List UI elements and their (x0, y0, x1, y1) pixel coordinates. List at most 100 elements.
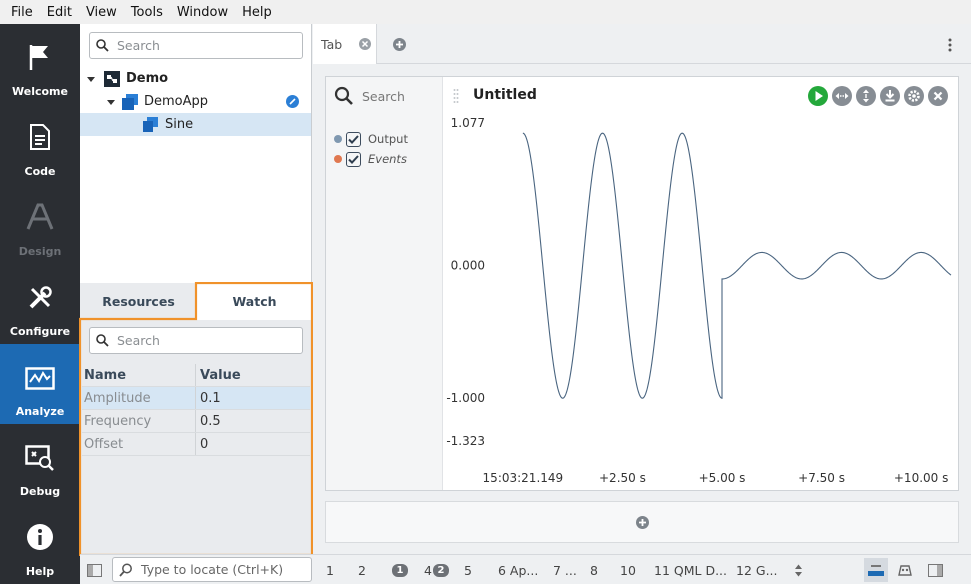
plot-search-input[interactable]: Search (334, 85, 405, 107)
close-tab-icon[interactable] (359, 38, 371, 50)
row-name: Frequency (82, 410, 196, 432)
toggle-progress-button[interactable] (864, 558, 888, 582)
menu-window[interactable]: Window (170, 5, 235, 20)
row-value[interactable]: 0 (196, 437, 310, 452)
add-plot-icon[interactable] (635, 515, 649, 529)
editor-tabbar: Tab (313, 24, 971, 64)
tree-label: Demo (126, 71, 169, 86)
expand-arrow-icon[interactable] (106, 97, 116, 107)
mode-analyze[interactable]: Analyze (0, 344, 80, 424)
project-icon (104, 70, 120, 87)
menu-file[interactable]: File (4, 5, 40, 20)
y-tick-label: -1.000 (446, 391, 485, 405)
mode-label: Configure (9, 325, 71, 338)
output-pane-button[interactable]: 7 ... (553, 555, 577, 584)
sine-chart[interactable]: 1.077 0.000 -1.000 -1.323 15:03:21.149 +2.50… (443, 115, 958, 490)
mode-label: Help (25, 565, 55, 578)
series-checkbox[interactable] (346, 151, 361, 167)
series-output-line (522, 132, 952, 399)
flag-icon (29, 45, 48, 70)
tab-resources[interactable]: Resources (80, 283, 197, 320)
menu-edit[interactable]: Edit (40, 5, 79, 20)
drag-handle-icon[interactable] (453, 88, 459, 104)
up-down-arrows-icon[interactable] (794, 564, 803, 577)
output-pane-button[interactable]: 42 (424, 555, 449, 584)
column-name[interactable]: Name (82, 364, 196, 386)
mode-label: Design (18, 245, 62, 258)
legend-label: Output (368, 132, 408, 146)
link-badge-icon (286, 95, 299, 108)
output-pane-button[interactable]: 2 (358, 555, 366, 584)
menu-bar: File Edit View Tools Window Help (0, 0, 971, 24)
mode-configure[interactable]: Configure (0, 264, 80, 344)
legend-item-output[interactable]: Output (334, 129, 408, 149)
mode-debug[interactable]: Debug (0, 424, 80, 504)
mode-code[interactable]: Code (0, 104, 80, 184)
watch-pane: Search Name Value Amplitude 0.1 Frequenc… (80, 320, 312, 554)
pane-number: 4 (424, 562, 432, 578)
expand-arrow-icon[interactable] (86, 74, 96, 84)
tab-watch[interactable]: Watch (197, 283, 312, 320)
mode-help[interactable]: Help (0, 504, 80, 584)
menu-help[interactable]: Help (235, 5, 279, 20)
fit-horizontal-icon[interactable] (832, 86, 852, 106)
plot-header: Untitled (443, 77, 958, 115)
search-icon (96, 334, 109, 347)
x-tick-label: +2.50 s (599, 471, 646, 485)
project-search-input[interactable]: Search (89, 32, 303, 59)
editor-tab[interactable]: Tab (313, 24, 377, 64)
watch-search-input[interactable]: Search (89, 327, 303, 354)
add-plot-bar[interactable] (325, 501, 959, 543)
info-icon (27, 524, 53, 550)
more-options-icon[interactable] (948, 38, 952, 52)
column-value[interactable]: Value (196, 368, 310, 383)
checkmark-icon (348, 154, 359, 164)
series-color-dot (334, 155, 342, 163)
close-plot-icon[interactable] (928, 86, 948, 106)
menu-tools[interactable]: Tools (124, 5, 170, 20)
tree-item-sine[interactable]: Sine (80, 113, 311, 136)
table-row[interactable]: Amplitude 0.1 (82, 387, 310, 410)
legend-item-events[interactable]: Events (334, 149, 407, 169)
wrench-icon (29, 286, 52, 309)
output-pane-button[interactable]: 8 (590, 555, 598, 584)
output-pane-button[interactable]: 11 QML D... (654, 555, 727, 584)
settings-gear-icon[interactable] (904, 86, 924, 106)
toggle-sidebar-icon[interactable] (87, 564, 102, 577)
toggle-right-sidebar-icon[interactable] (928, 564, 943, 577)
x-tick-label: +7.50 s (798, 471, 845, 485)
locator-input[interactable]: Type to locate (Ctrl+K) (112, 557, 312, 582)
output-pane-button[interactable]: 10 (620, 555, 636, 584)
count-badge: 2 (432, 563, 449, 577)
table-row[interactable]: Offset 0 (82, 433, 310, 456)
series-checkbox[interactable] (346, 131, 361, 147)
fit-vertical-icon[interactable] (856, 86, 876, 106)
output-pane-button[interactable]: 12 G... (736, 555, 778, 584)
search-icon (334, 86, 353, 105)
series-color-dot (334, 135, 342, 143)
tree-item-demoapp[interactable]: DemoApp (80, 90, 311, 113)
output-pane-button[interactable]: 6 Ap... (498, 555, 538, 584)
status-bar: Type to locate (Ctrl+K) 1 2 1 42 5 6 Ap.… (80, 554, 971, 584)
output-pane-button[interactable]: 1 (326, 555, 334, 584)
download-icon[interactable] (880, 86, 900, 106)
menu-view[interactable]: View (79, 5, 124, 20)
output-pane-button[interactable]: 1 (392, 555, 408, 584)
device-icon[interactable] (897, 563, 913, 577)
mode-design: Design (0, 184, 80, 264)
plot-title[interactable]: Untitled (473, 87, 537, 103)
y-tick-label: 0.000 (451, 259, 485, 273)
x-tick-label: +5.00 s (699, 471, 746, 485)
output-pane-button[interactable]: 5 (464, 555, 472, 584)
add-tab-icon[interactable] (393, 38, 406, 51)
mode-label: Welcome (12, 85, 68, 98)
row-value[interactable]: 0.1 (196, 391, 310, 406)
count-badge: 1 (392, 563, 408, 577)
mode-welcome[interactable]: Welcome (0, 24, 80, 104)
play-icon[interactable] (808, 86, 828, 106)
table-row[interactable]: Frequency 0.5 (82, 410, 310, 433)
tree-item-demo[interactable]: Demo (80, 67, 311, 90)
row-value[interactable]: 0.5 (196, 414, 310, 429)
editor-area: Tab Search Output Events Untitled 1.077 … (313, 24, 971, 554)
row-name: Amplitude (82, 387, 196, 409)
